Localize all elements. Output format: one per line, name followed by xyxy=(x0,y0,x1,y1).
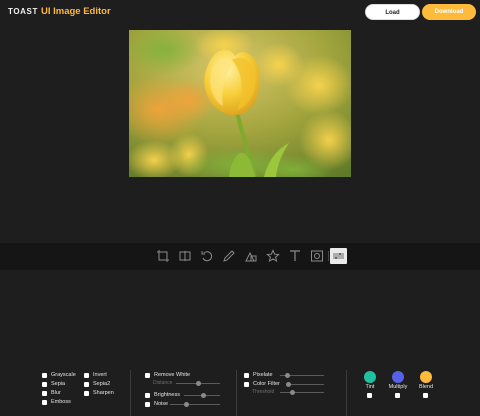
brand-app-name: UI Image Editor xyxy=(40,6,111,17)
star-icon[interactable] xyxy=(266,249,280,263)
brand-logo: TOAST UI Image Editor xyxy=(8,6,111,17)
filter-pixelate[interactable]: Pixelate xyxy=(244,372,273,378)
text-icon[interactable] xyxy=(288,249,302,263)
panel-divider xyxy=(236,370,237,416)
brightness-slider[interactable] xyxy=(184,393,220,398)
noise-checkbox[interactable] xyxy=(145,401,150,407)
sepia-checkbox[interactable] xyxy=(42,381,47,387)
distance-slider[interactable] xyxy=(176,381,220,386)
color-filter-label: Color Filter xyxy=(253,381,280,387)
color-filter-slider[interactable] xyxy=(286,382,324,387)
sepia2-label: Sepia2 xyxy=(93,381,111,387)
pixelate-checkbox[interactable] xyxy=(244,372,249,378)
filter-sharpen[interactable]: Sharpen xyxy=(84,390,114,396)
filter-grayscale[interactable]: Grayscale xyxy=(42,372,76,378)
multiply-color-swatch[interactable] xyxy=(392,371,404,383)
tint-color-swatch[interactable] xyxy=(364,371,376,383)
sharpen-label: Sharpen xyxy=(93,390,114,396)
grayscale-label: Grayscale xyxy=(51,372,76,378)
blend-color-swatch[interactable] xyxy=(420,371,432,383)
filter-blur[interactable]: Blur xyxy=(42,390,61,396)
rotate-icon[interactable] xyxy=(200,249,214,263)
brightness-checkbox[interactable] xyxy=(145,392,150,398)
filter-icon[interactable] xyxy=(330,248,347,264)
blur-checkbox[interactable] xyxy=(42,390,47,396)
tint-checkbox[interactable] xyxy=(367,393,372,398)
sharpen-checkbox[interactable] xyxy=(84,390,89,396)
draw-icon[interactable] xyxy=(222,249,236,263)
filter-invert[interactable]: Invert xyxy=(84,372,107,378)
pixelate-slider-handle[interactable] xyxy=(285,373,290,378)
bottom-toolbar xyxy=(0,243,480,270)
crop-icon[interactable] xyxy=(156,249,170,263)
threshold-slider[interactable] xyxy=(280,390,324,395)
filter-noise[interactable]: Noise xyxy=(145,401,168,407)
threshold-slider-handle[interactable] xyxy=(290,390,295,395)
filter-remove-white[interactable]: Remove White xyxy=(145,372,190,378)
toolbar-divider xyxy=(328,251,329,261)
tint-label: Tint xyxy=(365,384,375,390)
editor-canvas[interactable] xyxy=(129,30,351,177)
multiply-checkbox[interactable] xyxy=(395,393,400,398)
remove-white-label: Remove White xyxy=(154,372,191,378)
grayscale-checkbox[interactable] xyxy=(42,372,47,378)
brightness-slider-handle[interactable] xyxy=(201,393,206,398)
brightness-label: Brightness xyxy=(154,392,180,398)
blur-label: Blur xyxy=(51,390,61,396)
filter-sepia2[interactable]: Sepia2 xyxy=(84,381,110,387)
emboss-checkbox[interactable] xyxy=(42,399,47,405)
invert-label: Invert xyxy=(93,372,107,378)
noise-slider-handle[interactable] xyxy=(184,402,189,407)
filter-panel: Grayscale Sepia Blur Emboss Invert Sepia… xyxy=(0,183,480,416)
pixelate-label: Pixelate xyxy=(253,372,273,378)
mask-icon[interactable] xyxy=(310,249,324,263)
shape-icon[interactable] xyxy=(244,249,258,263)
invert-checkbox[interactable] xyxy=(84,372,89,378)
multiply-label: Multiply xyxy=(388,384,408,390)
header: TOAST UI Image Editor Load Download xyxy=(0,0,480,26)
load-button[interactable]: Load xyxy=(365,4,420,20)
filter-brightness[interactable]: Brightness xyxy=(145,392,180,398)
tulip-image xyxy=(129,30,351,177)
flip-icon[interactable] xyxy=(178,249,192,263)
remove-white-checkbox[interactable] xyxy=(145,372,150,378)
sepia2-checkbox[interactable] xyxy=(84,381,89,387)
blend-checkbox[interactable] xyxy=(423,393,428,398)
distance-label: Distance xyxy=(153,380,173,386)
pixelate-slider[interactable] xyxy=(280,373,324,378)
filter-color-filter[interactable]: Color Filter xyxy=(244,381,280,387)
color-filter-checkbox[interactable] xyxy=(244,381,249,387)
download-button[interactable]: Download xyxy=(422,4,476,20)
color-filter-slider-handle[interactable] xyxy=(286,382,291,387)
sepia-label: Sepia xyxy=(51,381,66,387)
filter-emboss[interactable]: Emboss xyxy=(42,399,71,405)
distance-slider-handle[interactable] xyxy=(196,381,201,386)
brand-toast: TOAST xyxy=(8,7,38,16)
threshold-label: Threshold xyxy=(252,389,275,395)
noise-label: Noise xyxy=(154,401,169,407)
filter-sepia[interactable]: Sepia xyxy=(42,381,65,387)
noise-slider[interactable] xyxy=(170,402,220,407)
blend-label: Blend xyxy=(418,384,434,390)
panel-divider xyxy=(346,370,347,416)
panel-divider xyxy=(130,370,131,416)
emboss-label: Emboss xyxy=(51,399,71,405)
